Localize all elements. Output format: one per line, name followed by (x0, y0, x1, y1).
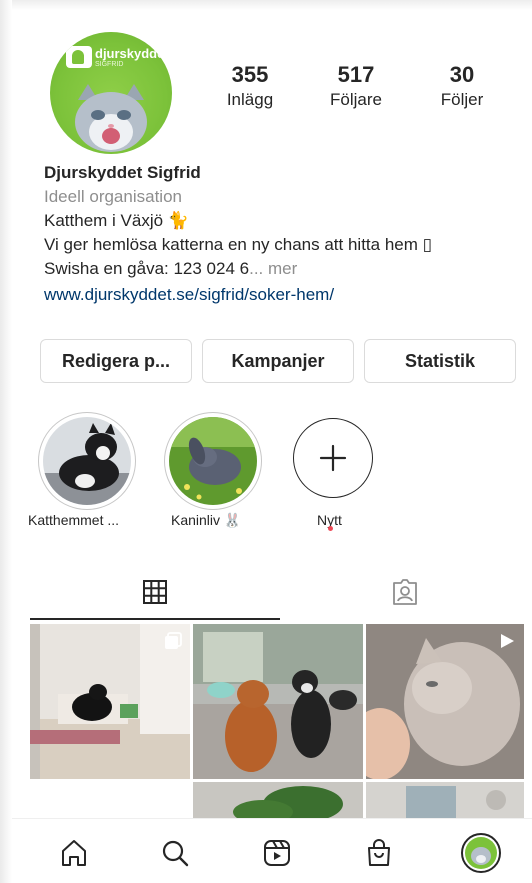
avatar-thumbnail-image (465, 837, 497, 869)
statistics-button[interactable]: Statistik (364, 339, 516, 383)
highlight-kaninliv-image (169, 417, 257, 505)
home-icon (62, 840, 86, 866)
post-thumbnail[interactable] (30, 624, 190, 779)
avatar-logo-text: djurskyddet (95, 46, 169, 61)
stat-followers-value: 517 (337, 62, 375, 87)
grid-icon (143, 580, 167, 604)
post-image-room (366, 782, 524, 818)
stat-followers-label: Följare (330, 90, 382, 109)
post-image-two-cats-window (193, 624, 363, 779)
nav-home[interactable] (54, 833, 94, 873)
highlight-katthemmet-label: Katthemmet ... (28, 512, 120, 528)
post-thumbnail[interactable] (193, 624, 363, 779)
post-thumbnail[interactable] (193, 782, 363, 818)
search-icon (162, 840, 189, 867)
new-highlight-notification-dot (328, 526, 333, 531)
stat-following-value: 30 (449, 62, 475, 87)
highlight-kaninliv[interactable] (164, 412, 262, 510)
campaigns-button[interactable]: Kampanjer (202, 339, 354, 383)
bottom-navigation-bar (12, 818, 532, 883)
instagram-profile-screen: djurskyddet SIGFRID 355 Inlägg 517 Följa… (0, 0, 532, 883)
bio-swish-text: Swisha en gåva: 123 024 6 (44, 259, 250, 278)
bio-more-link[interactable]: ... mer (249, 259, 297, 278)
bio-line-1: Katthem i Växjö 🐈 (44, 211, 189, 230)
stat-following-label: Följer (440, 90, 484, 109)
nav-search[interactable] (155, 833, 195, 873)
post-thumbnail[interactable] (366, 782, 524, 818)
screen-top-shadow (0, 0, 532, 10)
highlight-kaninliv-label: Kaninliv 🐰 (171, 512, 242, 528)
edit-profile-button[interactable]: Redigera p... (40, 339, 192, 383)
djurskyddet-logo-icon (66, 46, 92, 68)
highlight-katthemmet-image (43, 417, 131, 505)
stat-following[interactable]: 30 Följer (417, 62, 507, 112)
stat-posts[interactable]: 355 Inlägg (205, 62, 295, 112)
profile-name: Djurskyddet Sigfrid (44, 163, 201, 182)
highlight-katthemmet[interactable] (38, 412, 136, 510)
nav-reels[interactable] (257, 833, 297, 873)
tab-tagged[interactable] (280, 568, 530, 616)
profile-category: Ideell organisation (44, 187, 182, 206)
stat-followers[interactable]: 517 Följare (311, 62, 401, 112)
multiple-posts-icon (165, 632, 182, 649)
reel-play-icon (501, 634, 514, 648)
screen-left-shadow (0, 0, 12, 883)
stat-posts-value: 355 (231, 62, 269, 87)
tagged-icon (393, 579, 417, 605)
nav-shop[interactable] (359, 833, 399, 873)
active-tab-indicator (30, 618, 280, 620)
stat-posts-label: Inlägg (226, 90, 274, 109)
profile-avatar-small (461, 833, 501, 873)
post-thumbnail[interactable] (366, 624, 524, 779)
shop-icon (368, 839, 390, 866)
kitten-image (75, 84, 147, 152)
tab-grid[interactable] (30, 568, 280, 616)
profile-avatar[interactable]: djurskyddet SIGFRID (50, 32, 172, 154)
new-highlight-button[interactable] (293, 418, 373, 498)
nav-profile[interactable] (461, 833, 501, 873)
post-image-plant (193, 782, 363, 818)
plus-icon (319, 444, 347, 472)
reels-icon (264, 840, 290, 866)
avatar-logo-subtext: SIGFRID (95, 61, 124, 68)
profile-website-link[interactable]: www.djurskyddet.se/sigfrid/soker-hem/ (44, 284, 334, 306)
bio-line-2: Vi ger hemlösa katterna en ny chans att … (44, 235, 432, 254)
bio-line-3: Swisha en gåva: 123 024 6... mer (44, 258, 297, 280)
